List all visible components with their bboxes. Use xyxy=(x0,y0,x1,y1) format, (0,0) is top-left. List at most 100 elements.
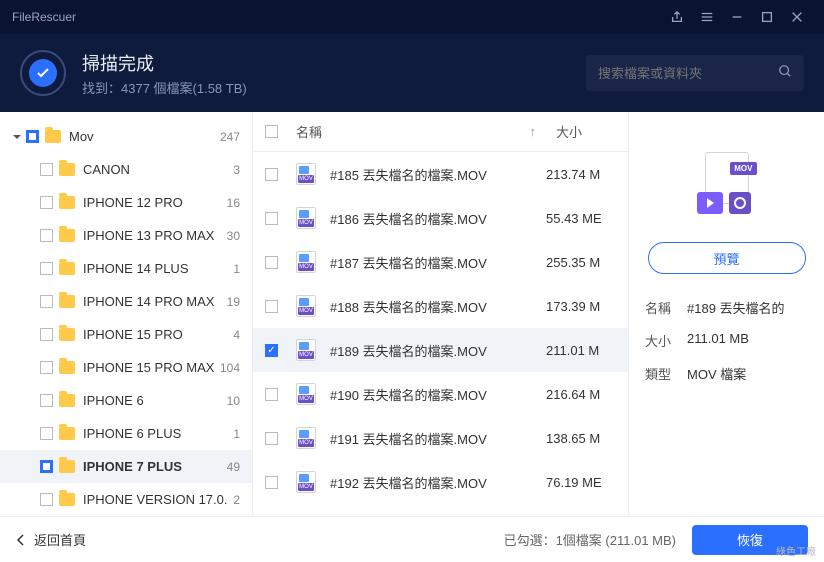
tree-label: IPHONE 15 PRO MAX xyxy=(83,360,220,375)
info-name-label: 名稱 xyxy=(645,298,687,317)
tree-label: Mov xyxy=(69,129,220,144)
checkbox[interactable] xyxy=(40,394,53,407)
tree-count: 3 xyxy=(233,163,240,177)
chevron-down-icon[interactable] xyxy=(10,132,24,142)
tree-item[interactable]: IPHONE 12 PRO16 xyxy=(0,186,252,219)
column-size[interactable]: 大小 xyxy=(556,122,616,141)
tree-item[interactable]: CANON3 xyxy=(0,153,252,186)
checkbox[interactable] xyxy=(265,168,278,181)
file-row[interactable]: #187 丟失檔名的檔案.MOV255.35 M xyxy=(253,240,628,284)
folder-icon xyxy=(59,328,75,341)
list-header: 名稱 ↑ 大小 xyxy=(253,112,628,152)
file-size: 213.74 M xyxy=(546,167,616,182)
preview-pane: MOV 預覽 名稱#189 丟失檔名的 大小211.01 MB 類型MOV 檔案 xyxy=(628,112,824,516)
maximize-icon[interactable] xyxy=(752,0,782,34)
tree-label: IPHONE 14 PRO MAX xyxy=(83,294,227,309)
tree-item[interactable]: IPHONE VERSION 17.0.2 xyxy=(0,483,252,516)
share-icon[interactable] xyxy=(662,0,692,34)
file-size: 173.39 M xyxy=(546,299,616,314)
search-icon[interactable] xyxy=(778,64,792,83)
tree-label: IPHONE VERSION 17.0. xyxy=(83,492,233,507)
mov-file-icon xyxy=(296,383,316,405)
watermark: 綠色工廠 xyxy=(776,543,816,558)
checkbox[interactable] xyxy=(265,212,278,225)
tree-item[interactable]: IPHONE 14 PRO MAX19 xyxy=(0,285,252,318)
checkbox[interactable] xyxy=(265,256,278,269)
tree-item[interactable]: IPHONE 14 PLUS1 xyxy=(0,252,252,285)
checkbox[interactable] xyxy=(265,476,278,489)
tree-label: CANON xyxy=(83,162,233,177)
checkbox[interactable] xyxy=(265,432,278,445)
checkbox[interactable] xyxy=(40,262,53,275)
tree-item[interactable]: IPHONE 7 PLUS49 xyxy=(0,450,252,483)
checkbox[interactable] xyxy=(40,460,53,473)
app-title: FileRescuer xyxy=(12,10,76,24)
tree-item[interactable]: IPHONE 15 PRO4 xyxy=(0,318,252,351)
checkbox[interactable] xyxy=(40,196,53,209)
info-size-label: 大小 xyxy=(645,331,687,350)
mov-file-icon xyxy=(296,251,316,273)
file-name: #186 丟失檔名的檔案.MOV xyxy=(330,209,546,228)
file-row[interactable]: #190 丟失檔名的檔案.MOV216.64 M xyxy=(253,372,628,416)
tree-item[interactable]: IPHONE 610 xyxy=(0,384,252,417)
folder-icon xyxy=(45,130,61,143)
file-size: 255.35 M xyxy=(546,255,616,270)
preview-button[interactable]: 預覽 xyxy=(648,242,806,274)
scan-subtitle: 找到：4377 個檔案(1.58 TB) xyxy=(82,78,247,97)
tree-label: IPHONE 7 PLUS xyxy=(83,459,227,474)
sidebar[interactable]: Mov 247 CANON3IPHONE 12 PRO16IPHONE 13 P… xyxy=(0,112,253,516)
tree-item[interactable]: IPHONE 13 PRO MAX30 xyxy=(0,219,252,252)
checkbox[interactable] xyxy=(265,344,278,357)
checkbox[interactable] xyxy=(40,427,53,440)
file-size: 76.19 ME xyxy=(546,475,616,490)
file-row[interactable]: #188 丟失檔名的檔案.MOV173.39 M xyxy=(253,284,628,328)
tree-label: IPHONE 6 xyxy=(83,393,227,408)
folder-icon xyxy=(59,394,75,407)
column-name[interactable]: 名稱 xyxy=(296,122,530,141)
menu-icon[interactable] xyxy=(692,0,722,34)
tree-label: IPHONE 14 PLUS xyxy=(83,261,233,276)
file-size: 138.65 M xyxy=(546,431,616,446)
checkbox[interactable] xyxy=(40,493,53,506)
checkbox[interactable] xyxy=(40,163,53,176)
file-size: 216.64 M xyxy=(546,387,616,402)
search-input[interactable] xyxy=(598,66,778,81)
checkbox[interactable] xyxy=(265,300,278,313)
file-row[interactable]: #189 丟失檔名的檔案.MOV211.01 M xyxy=(253,328,628,372)
checkbox[interactable] xyxy=(26,130,39,143)
select-all-checkbox[interactable] xyxy=(265,125,278,138)
tree-count: 19 xyxy=(227,295,240,309)
folder-icon xyxy=(59,262,75,275)
folder-icon xyxy=(59,493,75,506)
file-row[interactable]: #192 丟失檔名的檔案.MOV76.19 ME xyxy=(253,460,628,504)
tree-item[interactable]: IPHONE 15 PRO MAX104 xyxy=(0,351,252,384)
tree-count: 1 xyxy=(233,427,240,441)
checkbox[interactable] xyxy=(265,388,278,401)
titlebar: FileRescuer xyxy=(0,0,824,34)
back-button[interactable]: 返回首頁 xyxy=(16,530,86,549)
folder-icon xyxy=(59,163,75,176)
file-row[interactable]: #191 丟失檔名的檔案.MOV138.65 M xyxy=(253,416,628,460)
minimize-icon[interactable] xyxy=(722,0,752,34)
folder-icon xyxy=(59,361,75,374)
tree-count: 10 xyxy=(227,394,240,408)
tree-count: 30 xyxy=(227,229,240,243)
file-row[interactable]: #185 丟失檔名的檔案.MOV213.74 M xyxy=(253,152,628,196)
scan-title: 掃描完成 xyxy=(82,50,247,76)
file-name: #188 丟失檔名的檔案.MOV xyxy=(330,297,546,316)
close-icon[interactable] xyxy=(782,0,812,34)
checkbox[interactable] xyxy=(40,229,53,242)
tree-root[interactable]: Mov 247 xyxy=(0,120,252,153)
file-row[interactable]: #186 丟失檔名的檔案.MOV55.43 ME xyxy=(253,196,628,240)
search-box[interactable] xyxy=(586,55,804,91)
tree-item[interactable]: IPHONE 6 PLUS1 xyxy=(0,417,252,450)
folder-icon xyxy=(59,295,75,308)
checkbox[interactable] xyxy=(40,295,53,308)
sort-arrow-icon[interactable]: ↑ xyxy=(530,124,537,139)
checkbox[interactable] xyxy=(40,328,53,341)
mov-file-icon xyxy=(296,295,316,317)
header: 掃描完成 找到：4377 個檔案(1.58 TB) xyxy=(0,34,824,112)
checkbox[interactable] xyxy=(40,361,53,374)
tree-label: IPHONE 12 PRO xyxy=(83,195,227,210)
file-size: 55.43 ME xyxy=(546,211,616,226)
